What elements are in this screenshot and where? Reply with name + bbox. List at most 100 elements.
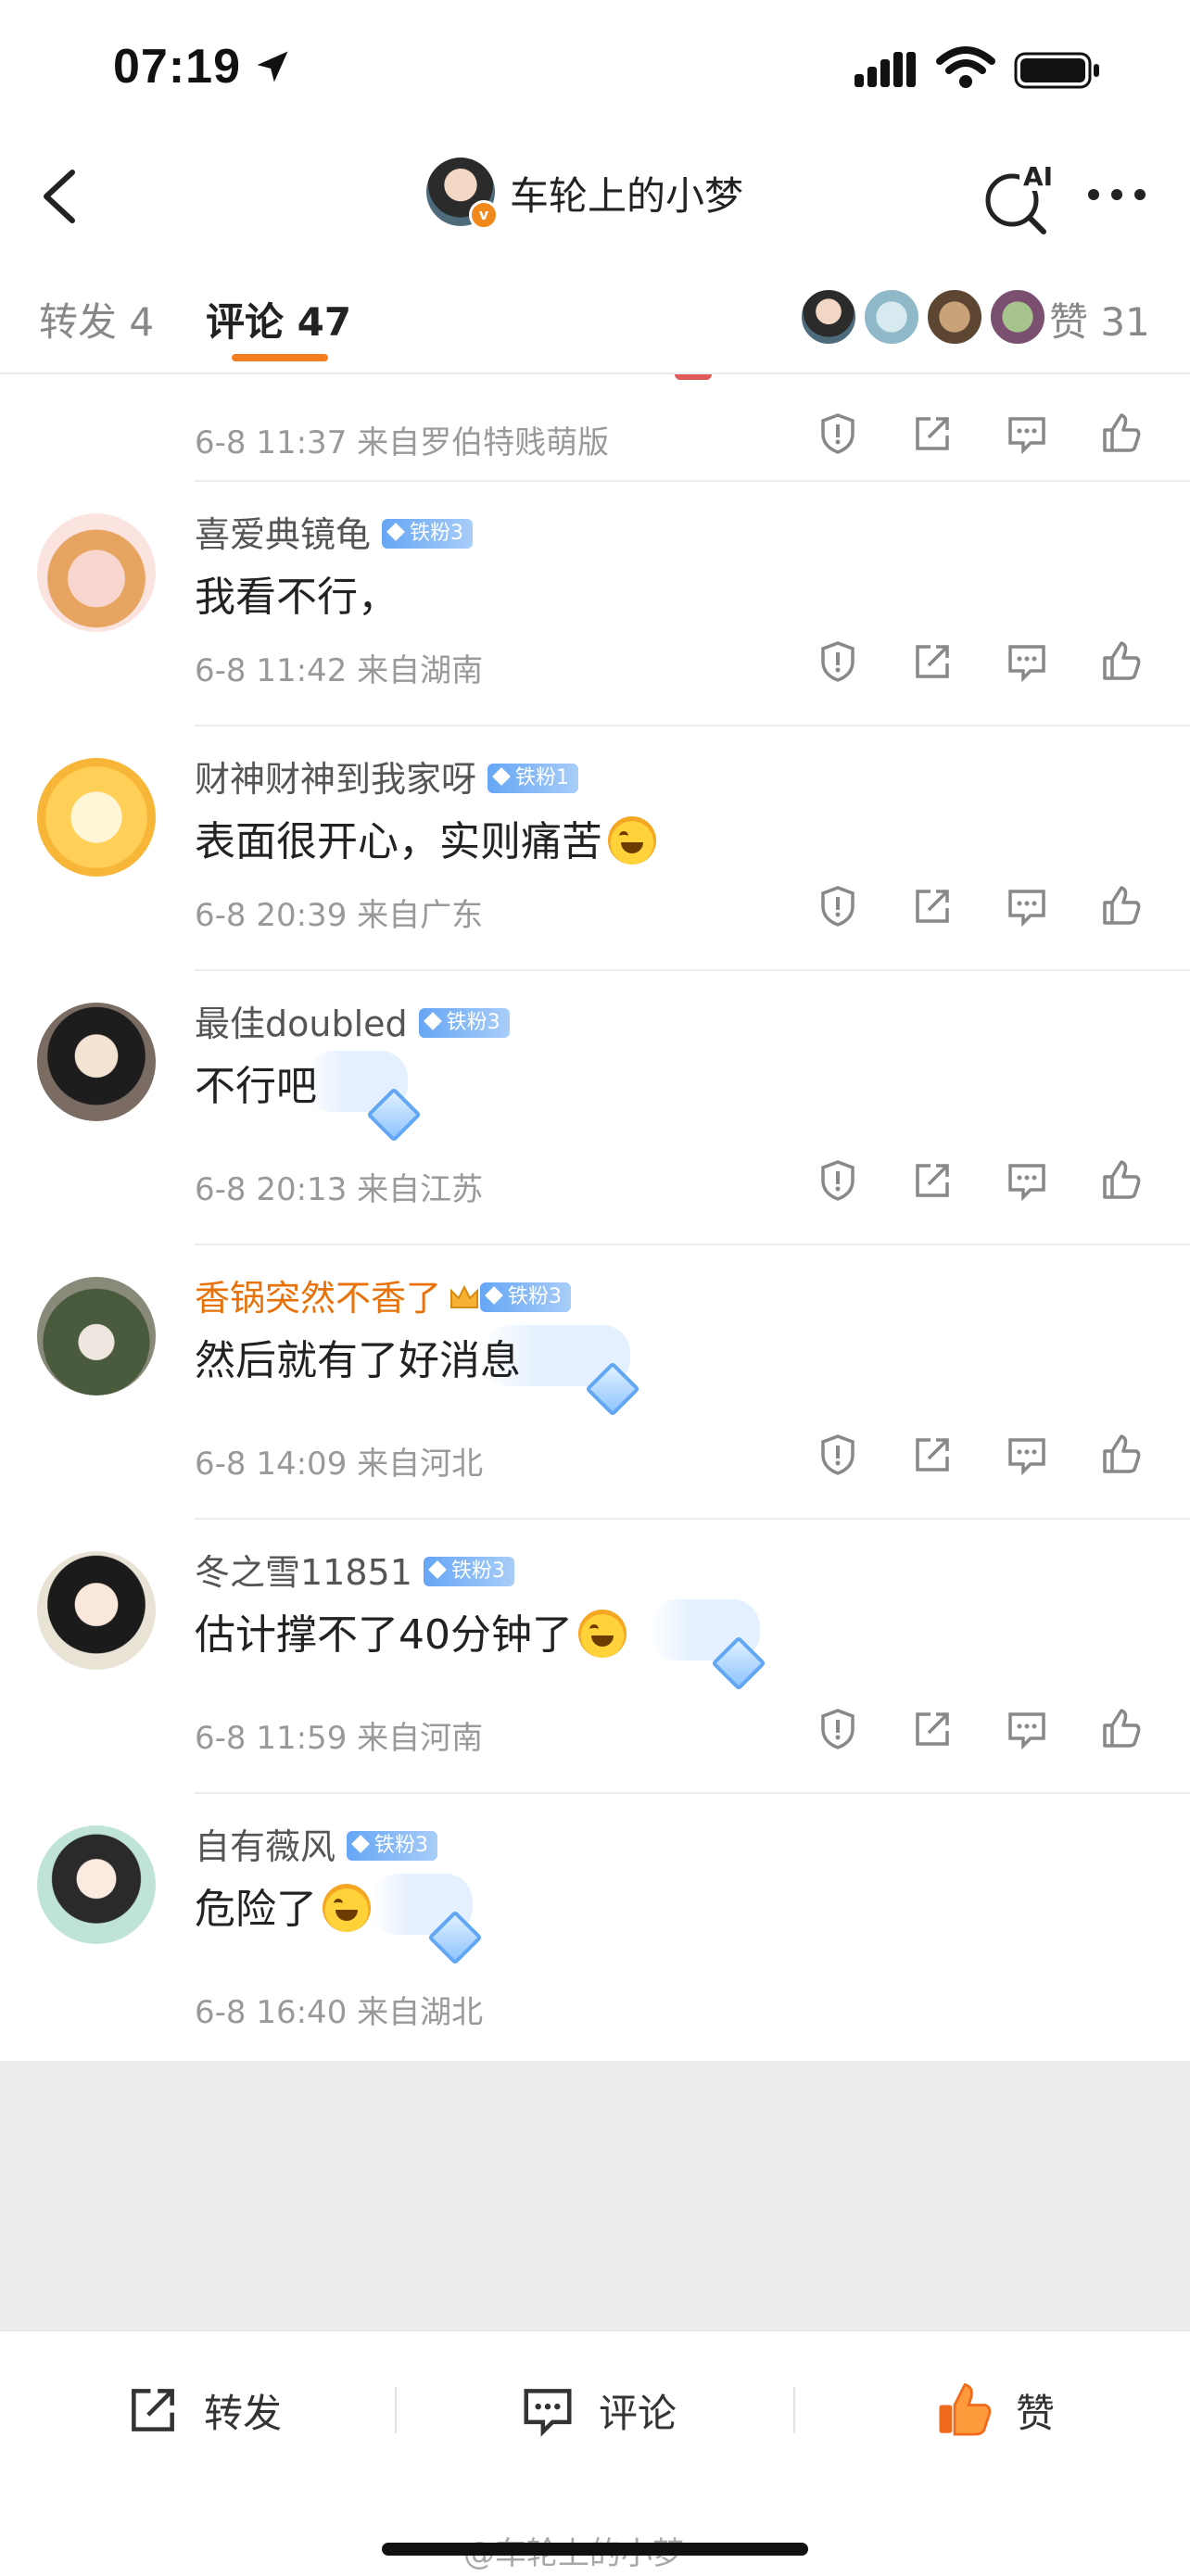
comment-item: 喜爱典镜龟 铁粉3 我看不行， 6-8 11:42 来自湖南 bbox=[0, 482, 1190, 726]
back-arrow-icon[interactable] bbox=[26, 159, 91, 234]
report-icon[interactable] bbox=[816, 884, 860, 928]
commenter-avatar[interactable] bbox=[37, 1277, 156, 1395]
comment-list[interactable]: 6-8 11:37 来自罗伯特贱萌版 喜爱典镜龟 铁粉3 我看不行， 6-8 11… bbox=[0, 374, 1190, 2061]
divider bbox=[395, 2387, 397, 2433]
comment-actions bbox=[816, 1707, 1149, 1759]
share-icon[interactable] bbox=[910, 1707, 955, 1751]
battery-icon bbox=[1014, 52, 1099, 89]
repost-button[interactable]: 转发 bbox=[120, 2378, 282, 2443]
comment-actions bbox=[816, 411, 1149, 463]
laugh-cry-emoji-icon bbox=[323, 1884, 371, 1932]
tab-repost[interactable]: 转发 4 bbox=[39, 291, 154, 347]
username-text[interactable]: 财神财神到我家呀 bbox=[195, 759, 476, 800]
comment-text: 然后就有了好消息 bbox=[195, 1337, 521, 1384]
status-time: 07:19 bbox=[113, 40, 241, 94]
detail-tabs: 转发 4 评论 47 赞 31 bbox=[0, 252, 1190, 374]
comment-text: 我看不行， bbox=[195, 574, 399, 621]
divider bbox=[793, 2387, 795, 2433]
comment-actions bbox=[816, 1158, 1149, 1210]
more-options-icon[interactable] bbox=[1084, 176, 1149, 213]
like-icon[interactable] bbox=[1099, 1433, 1144, 1477]
commenter-name[interactable]: 冬之雪11851 铁粉3 bbox=[195, 1544, 514, 1595]
comment-meta: 6-8 20:39 来自广东 bbox=[195, 897, 484, 934]
report-icon[interactable] bbox=[816, 639, 860, 684]
empty-area bbox=[0, 2061, 1190, 2330]
comment-icon bbox=[524, 2389, 572, 2437]
cellular-signal-icon bbox=[855, 52, 916, 87]
share-icon[interactable] bbox=[910, 411, 955, 456]
reply-icon[interactable] bbox=[1005, 411, 1049, 456]
repost-icon bbox=[132, 2389, 174, 2431]
share-icon[interactable] bbox=[910, 1158, 955, 1203]
report-icon[interactable] bbox=[816, 1433, 860, 1477]
report-icon[interactable] bbox=[816, 1707, 860, 1751]
liker-avatar bbox=[862, 287, 921, 347]
repost-label: 转发 bbox=[204, 2390, 283, 2436]
commenter-avatar[interactable] bbox=[37, 1825, 156, 1944]
diamond-icon bbox=[351, 1834, 370, 1853]
username-text[interactable]: 自有薇风 bbox=[195, 1826, 335, 1867]
fan-level-badge: 铁粉3 bbox=[418, 1007, 510, 1038]
like-icon[interactable] bbox=[1099, 1158, 1144, 1203]
share-icon[interactable] bbox=[910, 1433, 955, 1477]
username-text[interactable]: 最佳doubled bbox=[195, 1004, 408, 1044]
report-icon[interactable] bbox=[816, 1158, 860, 1203]
fan-level-badge: 铁粉3 bbox=[480, 1282, 572, 1312]
reply-icon[interactable] bbox=[1005, 1707, 1049, 1751]
commenter-avatar[interactable] bbox=[37, 758, 156, 877]
comment-meta: 6-8 16:40 来自湖北 bbox=[195, 1994, 484, 2031]
commenter-name[interactable]: 财神财神到我家呀 铁粉1 bbox=[195, 751, 579, 802]
comment-text-content: 估计撑不了40分钟了 bbox=[195, 1611, 573, 1659]
tab-comment[interactable]: 评论 47 bbox=[206, 291, 351, 347]
top-nav-bar: v 车轮上的小梦 AI bbox=[0, 139, 1190, 254]
diamond-icon bbox=[386, 522, 405, 541]
reply-icon[interactable] bbox=[1005, 1433, 1049, 1477]
share-icon[interactable] bbox=[910, 639, 955, 684]
like-icon[interactable] bbox=[1099, 639, 1144, 684]
comment-meta: 6-8 11:37 来自罗伯特贱萌版 bbox=[195, 424, 610, 461]
fan-badge-label: 铁粉3 bbox=[450, 1559, 505, 1583]
verified-badge-icon: v bbox=[469, 200, 499, 230]
reply-icon[interactable] bbox=[1005, 1158, 1049, 1203]
share-icon[interactable] bbox=[910, 884, 955, 928]
comment-text: 危险了 bbox=[195, 1875, 371, 1936]
ai-search-icon[interactable]: AI bbox=[979, 158, 1057, 235]
username-text[interactable]: 香锅突然不香了 bbox=[195, 1278, 441, 1319]
location-arrow-icon bbox=[257, 51, 288, 82]
comment-text: 估计撑不了40分钟了 bbox=[195, 1601, 627, 1661]
like-button[interactable]: 赞 bbox=[932, 2378, 1055, 2443]
liker-avatar bbox=[925, 287, 984, 347]
comment-item: 自有薇风 铁粉3 危险了 6-8 16:40 来自湖北 bbox=[0, 1794, 1190, 2061]
tab-likes[interactable]: 赞 31 bbox=[1049, 291, 1150, 347]
report-icon[interactable] bbox=[816, 411, 860, 456]
laugh-cry-emoji-icon bbox=[578, 1610, 627, 1658]
commenter-avatar[interactable] bbox=[37, 1551, 156, 1670]
comment-label: 评论 bbox=[599, 2390, 677, 2436]
comment-item: 冬之雪11851 铁粉3 估计撑不了40分钟了 6-8 11:59 来自河南 bbox=[0, 1520, 1190, 1794]
ai-label: AI bbox=[1023, 161, 1053, 192]
commenter-name[interactable]: 喜爱典镜龟 铁粉3 bbox=[195, 506, 474, 557]
like-icon[interactable] bbox=[1099, 884, 1144, 928]
comment-text: 表面很开心，实则痛苦 bbox=[195, 808, 656, 868]
commenter-avatar[interactable] bbox=[37, 513, 156, 632]
author-avatar[interactable]: v bbox=[426, 158, 499, 230]
reply-icon[interactable] bbox=[1005, 639, 1049, 684]
active-tab-indicator bbox=[232, 354, 328, 361]
author-name[interactable]: 车轮上的小梦 bbox=[510, 165, 743, 221]
username-text[interactable]: 冬之雪11851 bbox=[195, 1552, 412, 1593]
reply-icon[interactable] bbox=[1005, 884, 1049, 928]
status-bar: 07:19 bbox=[0, 0, 1190, 139]
commenter-name[interactable]: 香锅突然不香了 铁粉3 bbox=[195, 1269, 572, 1320]
diamond-icon bbox=[485, 1285, 503, 1305]
like-icon[interactable] bbox=[1099, 411, 1144, 456]
thumbs-up-icon bbox=[939, 2382, 992, 2436]
username-text[interactable]: 喜爱典镜龟 bbox=[195, 514, 371, 555]
home-indicator[interactable] bbox=[382, 2543, 808, 2556]
commenter-name[interactable]: 自有薇风 铁粉3 bbox=[195, 1818, 438, 1869]
wifi-icon bbox=[936, 46, 995, 88]
commenter-avatar[interactable] bbox=[37, 1003, 156, 1121]
commenter-name[interactable]: 最佳doubled 铁粉3 bbox=[195, 995, 510, 1046]
like-icon[interactable] bbox=[1099, 1707, 1144, 1751]
comment-button[interactable]: 评论 bbox=[515, 2378, 677, 2443]
fan-badge-label: 铁粉3 bbox=[410, 521, 464, 545]
